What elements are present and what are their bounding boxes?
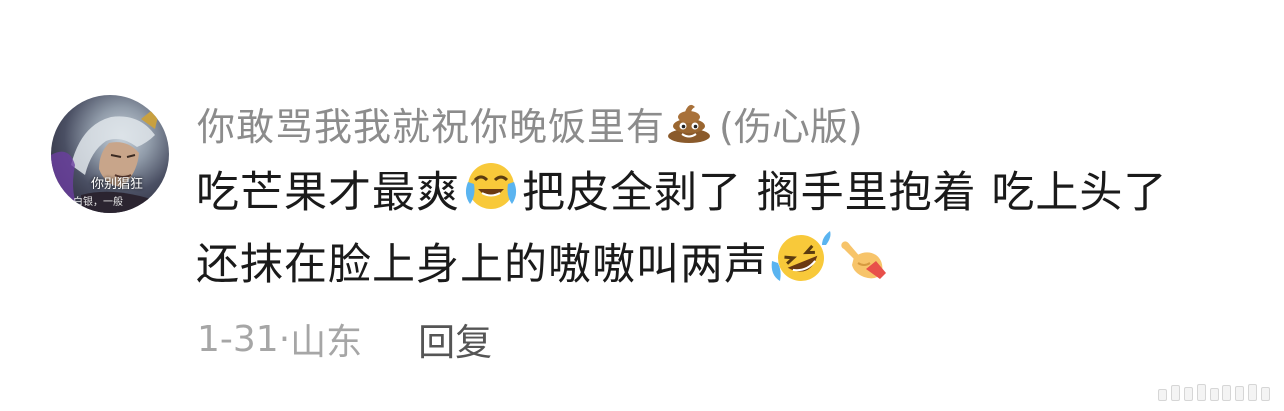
avatar-caption: 你别猖狂	[91, 177, 144, 192]
comment-location: 山东	[290, 322, 363, 363]
avatar[interactable]: 你别猖狂 白银，一般	[51, 95, 169, 213]
comment-date: 1-31	[197, 318, 279, 360]
comment-item: 你别猖狂 白银，一般 你敢骂我我就祝你晚饭里有 (伤心版) 吃芒果才最爽 把皮全…	[0, 0, 1284, 411]
comment-text-part1: 吃芒果才最爽	[196, 168, 460, 218]
username-suffix: (伤心版)	[719, 104, 863, 149]
rolling-on-floor-laughing-icon	[770, 231, 832, 304]
username[interactable]: 你敢骂我我就祝你晚饭里有	[197, 96, 665, 151]
poop-emoji-icon	[665, 99, 713, 147]
crying-with-joy-face-icon	[462, 160, 520, 231]
username-row[interactable]: 你敢骂我我就祝你晚饭里有 (伤心版)	[197, 95, 863, 151]
comment-text: 吃芒果才最爽 把皮全剥了 搁手里抱着 吃上头了还抹在脸上身上的嗷嗷叫两声	[196, 160, 1206, 304]
meta-separator: ·	[278, 318, 291, 360]
watermark-icon	[1158, 384, 1270, 401]
comment-meta: 1-31 · 山东 回复	[197, 312, 492, 366]
reply-button[interactable]: 回复	[418, 312, 492, 366]
pointing-hand-icon	[836, 233, 890, 302]
avatar-caption-small: 白银，一般	[73, 197, 123, 208]
